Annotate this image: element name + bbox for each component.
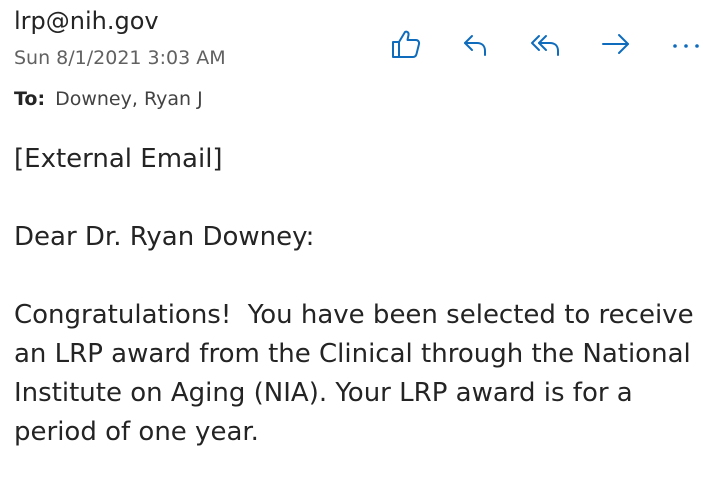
- reply-all-button[interactable]: [522, 22, 570, 66]
- forward-arrow-icon: [602, 34, 629, 54]
- external-email-tag: [External Email]: [14, 144, 223, 174]
- recipient-line: To: Downey, Ryan J: [14, 86, 203, 112]
- recipient-name[interactable]: Downey, Ryan J: [55, 88, 203, 110]
- more-ellipsis-icon: [673, 44, 699, 48]
- reply-all-icon: [531, 35, 559, 56]
- reply-icon: [464, 35, 486, 56]
- thumbs-up-icon: [392, 30, 421, 58]
- message-actions-toolbar: [382, 22, 710, 66]
- message-body: [External Email] Dear Dr. Ryan Downey: C…: [14, 140, 704, 452]
- to-label: To:: [14, 88, 46, 110]
- body-paragraph: Congratulations! You have been selected …: [14, 300, 702, 447]
- sender-address[interactable]: lrp@nih.gov: [14, 6, 159, 36]
- reply-button[interactable]: [452, 22, 500, 66]
- like-button[interactable]: [382, 22, 430, 66]
- sent-date: Sun 8/1/2021 3:03 AM: [14, 47, 226, 69]
- greeting: Dear Dr. Ryan Downey:: [14, 222, 315, 252]
- forward-button[interactable]: [592, 22, 640, 66]
- more-actions-button[interactable]: [662, 22, 710, 66]
